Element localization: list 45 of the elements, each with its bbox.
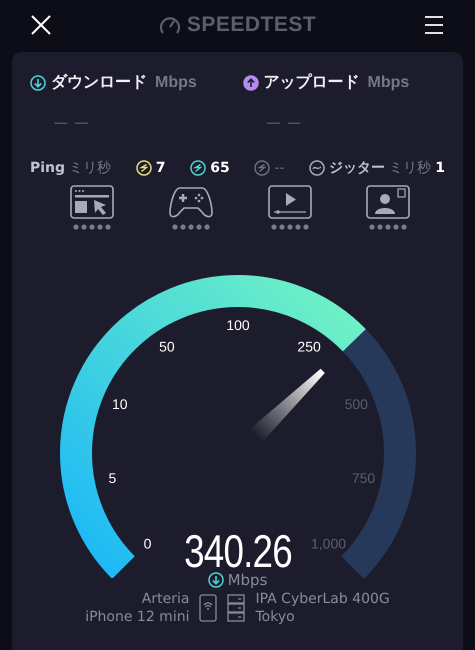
dots-icon (73, 224, 111, 230)
browser-icon (70, 185, 114, 219)
result-label: ダウンロード (51, 72, 147, 93)
scale-label: 250 (296, 338, 320, 355)
scale-label: 100 (226, 317, 250, 333)
result-value: — — (54, 115, 90, 131)
download-icon (208, 572, 224, 588)
provider-name: Arteria (142, 590, 190, 608)
brand-name: SPEEDTEST (186, 13, 316, 37)
ping-value: 65 (210, 160, 230, 176)
menu-icon[interactable] (423, 15, 445, 35)
upload-icon (242, 74, 258, 90)
unit-label: Mbps (368, 74, 410, 92)
scale-label: 50 (158, 338, 174, 355)
jitter-label: ジッター (329, 159, 386, 177)
jitter-value: 1 (435, 160, 445, 176)
dots-icon (271, 224, 309, 230)
download-icon (30, 74, 46, 90)
ping-value: -- (274, 160, 285, 176)
ping-value: 7 (156, 160, 166, 176)
device-name: iPhone 12 mini (85, 608, 190, 626)
unit-label: Mbps (155, 74, 197, 92)
phone-wifi-icon (199, 594, 218, 622)
gamepad-icon (168, 185, 214, 219)
unit-label: ミリ秒 (69, 159, 112, 177)
scale-label: 5 (108, 470, 116, 486)
result-label: アップロード (264, 72, 360, 93)
server-icon (227, 594, 246, 622)
scale-label: 0 (143, 536, 151, 552)
scale-label: 1,000 (310, 536, 346, 552)
server-name: IPA CyberLab 400G (255, 590, 390, 608)
scale-label: 10 (111, 396, 128, 412)
scale-label: 750 (351, 470, 375, 486)
ping-label: Ping (30, 160, 66, 176)
video-player-icon (268, 185, 312, 219)
dots-icon (369, 224, 407, 230)
server-location: Tokyo (255, 608, 295, 626)
person-icon (366, 185, 410, 219)
close-icon[interactable] (30, 14, 52, 36)
result-value: — — (266, 115, 302, 131)
unit-label: ミリ秒 (389, 159, 432, 177)
scale-label: 500 (344, 396, 368, 412)
jitter-icon (309, 160, 326, 176)
gauge-icon (158, 15, 181, 35)
dots-icon (172, 224, 210, 230)
